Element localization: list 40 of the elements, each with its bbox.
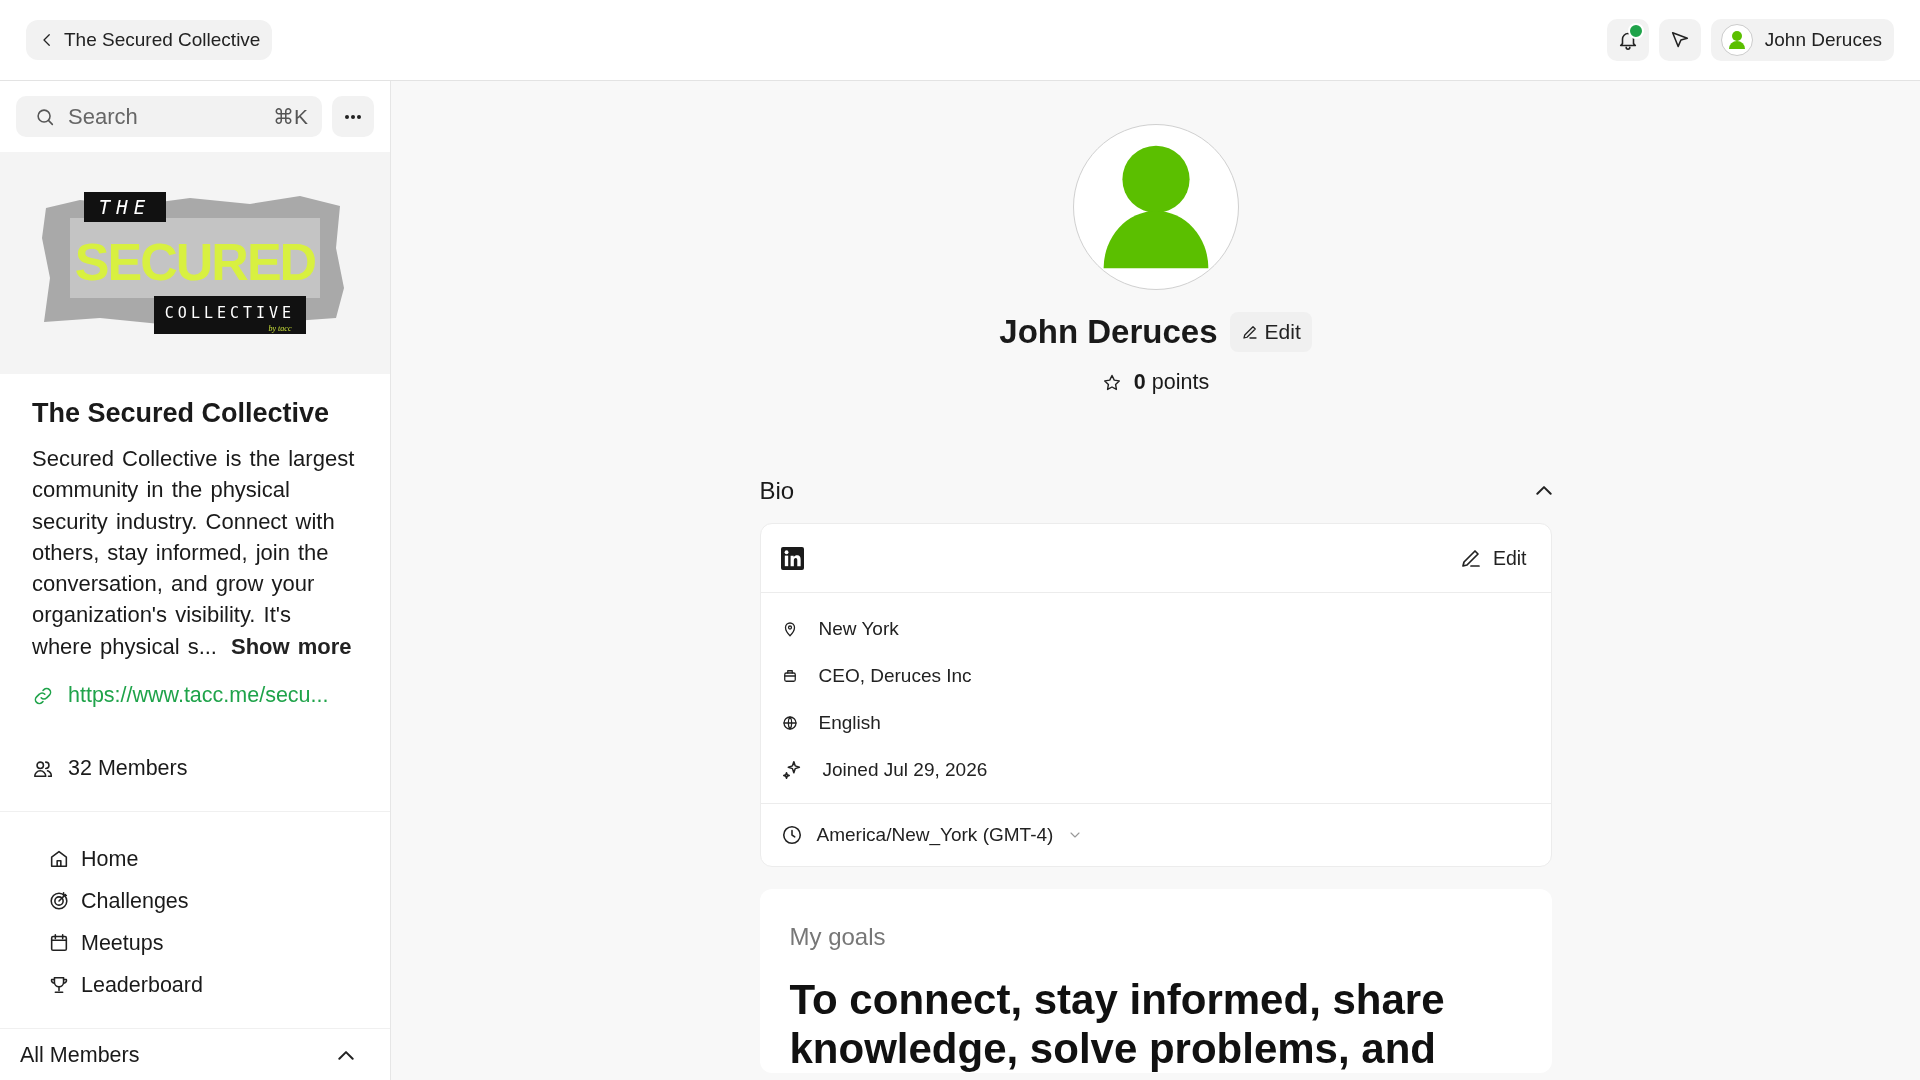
avatar-icon [1720, 24, 1753, 56]
globe-icon [780, 713, 799, 732]
notifications-button[interactable] [1606, 19, 1649, 61]
bio-detail: English [818, 711, 881, 734]
more-icon [344, 113, 362, 120]
more-button[interactable] [332, 96, 374, 137]
timezone-dropdown[interactable]: America/New_York (GMT-4) [760, 804, 1104, 866]
collapse-button[interactable] [1535, 486, 1552, 496]
points-label: 0 points [1133, 370, 1210, 395]
search-input[interactable]: Search [66, 102, 263, 131]
nav-item[interactable]: Meetups [32, 922, 372, 965]
section-label[interactable]: All Members [20, 1043, 140, 1069]
shortcut-hint: ⌘K [273, 104, 308, 129]
linkedin-icon[interactable] [780, 546, 804, 570]
bio-title: Bio [759, 477, 795, 505]
star-icon [1101, 372, 1122, 393]
edit-bio-button[interactable]: Edit [1458, 546, 1527, 570]
sparkle-icon [780, 758, 803, 781]
search-field[interactable]: Search ⌘K [16, 96, 322, 137]
show-more-link[interactable]: Show more [230, 633, 352, 659]
chevron-icon [338, 1050, 354, 1061]
goals-text: To connect, stay informed, share knowledge, solve problems, and [789, 975, 1446, 1073]
bio-detail: Joined Jul 29, 2026 [822, 758, 988, 781]
community-description: Secured Collective is the largest community in the physical security industry. Connect with others, stay informed, join the conversation, and grow your organization's visibility. It's where physical s... Show more [32, 445, 356, 661]
bio-detail: CEO, Deruces Inc [818, 664, 972, 687]
nav-item[interactable]: Challenges [32, 880, 372, 923]
goals-title: My goals [789, 923, 887, 951]
bio-detail: New York [818, 617, 899, 640]
clock-icon [780, 824, 803, 846]
nav-item[interactable]: Home [32, 838, 372, 881]
profile-name: John Deruces [999, 313, 1218, 351]
members-count: 32 Members [68, 756, 188, 782]
community-title: The Secured Collective [32, 398, 331, 429]
nav-item[interactable]: Leaderboard [32, 964, 372, 1007]
pencil-icon [1240, 323, 1259, 341]
edit-name-button[interactable]: Edit [1229, 312, 1312, 352]
back-button[interactable]: The Secured Collective [26, 20, 273, 60]
user-menu-button[interactable]: John Deruces [1710, 19, 1894, 61]
chevron-icon [1535, 486, 1552, 496]
send-button[interactable] [1658, 19, 1701, 61]
